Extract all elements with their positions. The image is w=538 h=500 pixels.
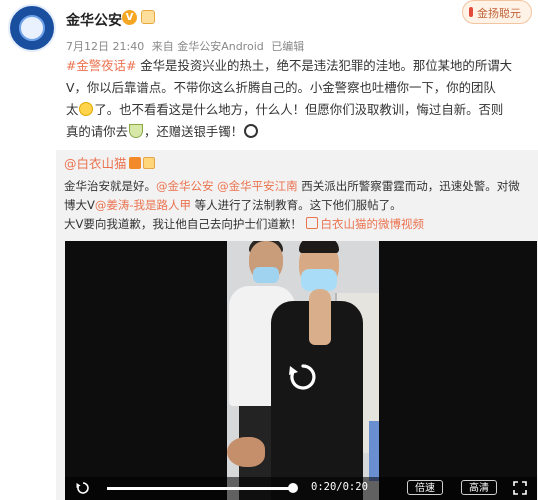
verified-badge-icon xyxy=(128,157,141,169)
repost-header: @白衣山猫 xyxy=(64,156,155,172)
progress-handle[interactable] xyxy=(288,483,298,493)
post-text-segment: ，还赠送银手镯！ xyxy=(143,124,244,139)
repost-line-1: 金华治安就是好。@金华公安 @金华平安江南 西关派出所警察雷霆而动，迅速处警。对… xyxy=(64,177,534,196)
mention-link[interactable]: @金华公安 xyxy=(156,179,214,193)
speed-button[interactable]: 倍速 xyxy=(407,480,443,495)
post-text-segment: 太 xyxy=(66,102,79,117)
post-meta: 7月12日 21:40 来自 金华公安Android 已编辑 xyxy=(66,38,308,54)
crying-emoji-icon xyxy=(79,102,94,116)
video-time: 0:20/0:20 xyxy=(311,481,368,493)
post-line-2: V，你以后靠谱点。不带你这么折腾自己的。小金警察也吐槽你一下，你的团队 xyxy=(66,80,496,95)
mention-link[interactable]: @姜涛-我是路人甲 xyxy=(95,198,191,212)
author-avatar[interactable]: ★ xyxy=(8,4,56,52)
replay-icon[interactable] xyxy=(75,480,91,496)
post-date[interactable]: 7月12日 21:40 xyxy=(66,40,144,53)
progress-bar[interactable] xyxy=(107,483,298,493)
member-level-icon xyxy=(142,157,155,169)
post-text-segment: 了。也不看看这是什么地方，什么人！但愿你们汲取教训，悔过自新。否则 xyxy=(94,102,504,117)
post-edited[interactable]: 已编辑 xyxy=(271,40,304,53)
replay-icon[interactable] xyxy=(286,360,320,394)
member-level-icon xyxy=(141,10,155,24)
post-source: 来自 金华公安Android xyxy=(151,40,264,53)
fullscreen-icon[interactable] xyxy=(513,481,527,495)
video-player[interactable]: 0:20/0:20 倍速 高清 xyxy=(65,241,537,500)
person-right-mask xyxy=(301,269,337,291)
ribbon-icon xyxy=(469,7,473,17)
post-line-1: #金警夜话# 金华是投资兴业的热土，绝不是违法犯罪的洼地。那位某地的所谓大 xyxy=(66,55,534,77)
repost-text-segment: 西关派出所警察雷霆而动，迅速处警。对微 xyxy=(297,179,520,193)
video-sign xyxy=(369,421,379,481)
quality-button[interactable]: 高清 xyxy=(461,480,497,495)
repost-line-2: 博大V@姜涛-我是路人甲 等人进行了法制教育。这下他们服帖了。 xyxy=(64,196,534,215)
video-link-label: 白衣山猫的微博视频 xyxy=(320,217,425,231)
post-line-3: 太了。也不看看这是什么地方，什么人！但愿你们汲取教训，悔过自新。否则 xyxy=(66,99,534,121)
person-right-hair xyxy=(299,241,339,253)
post-text-segment: 真的请你去 xyxy=(66,124,128,139)
repost-card: @白衣山猫 金华治安就是好。@金华公安 @金华平安江南 西关派出所警察雷霆而动，… xyxy=(56,150,538,500)
person-right-hands xyxy=(309,289,331,345)
post-text-segment: 金华是投资兴业的热土，绝不是违法犯罪的洼地。那位某地的所谓大 xyxy=(136,58,512,73)
mention-link[interactable]: @金华平安江南 xyxy=(217,179,298,193)
corner-decoration: 金扬聪元 xyxy=(462,0,532,24)
post-header: ★ 金华公安 V 7月12日 21:40 来自 金华公安Android 已编辑 … xyxy=(0,0,538,58)
repost-text-segment: 博大V xyxy=(64,198,95,212)
corner-label: 金扬聪元 xyxy=(477,7,521,20)
foreground-hand xyxy=(227,437,265,467)
video-controls: 0:20/0:20 倍速 高清 xyxy=(65,477,537,500)
repost-user[interactable]: @白衣山猫 xyxy=(64,156,127,171)
post-line-4: 真的请你去 ，还赠送银手镯！ xyxy=(66,121,534,143)
panda-emoji-icon xyxy=(244,124,259,138)
hashtag-link[interactable]: #金警夜话# xyxy=(66,58,136,73)
repost-text-segment: 大V要向我道歉，我让他自己去向护士们道歉！ xyxy=(64,217,302,231)
repost-text-segment: 等人进行了法制教育。这下他们服帖了。 xyxy=(191,198,402,212)
repost-text-segment: 金华治安就是好。 xyxy=(64,179,156,193)
bowl-emoji-icon xyxy=(128,124,143,138)
repost-line-3: 大V要向我道歉，我让他自己去向护士们道歉！ 白衣山猫的微博视频 xyxy=(64,215,534,234)
repost-body: 金华治安就是好。@金华公安 @金华平安江南 西关派出所警察雷霆而动，迅速处警。对… xyxy=(64,177,534,234)
video-link[interactable]: 白衣山猫的微博视频 xyxy=(305,217,425,231)
post-body: #金警夜话# 金华是投资兴业的热土，绝不是违法犯罪的洼地。那位某地的所谓大 V，… xyxy=(66,55,534,143)
video-link-icon xyxy=(305,217,318,229)
progress-fill xyxy=(107,487,293,490)
author-name[interactable]: 金华公安 xyxy=(66,10,122,30)
avatar-emblem xyxy=(19,15,45,41)
person-left-mask xyxy=(253,267,279,283)
verified-badge-icon: V xyxy=(122,10,137,25)
